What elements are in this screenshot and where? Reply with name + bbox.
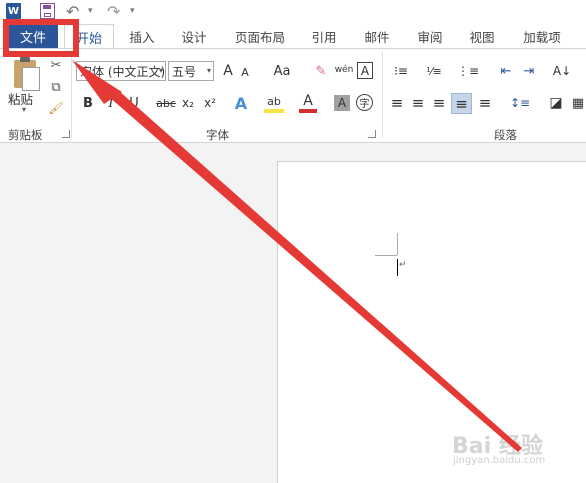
arrow-shaft [108,90,522,452]
annotation-arrow [72,60,522,452]
